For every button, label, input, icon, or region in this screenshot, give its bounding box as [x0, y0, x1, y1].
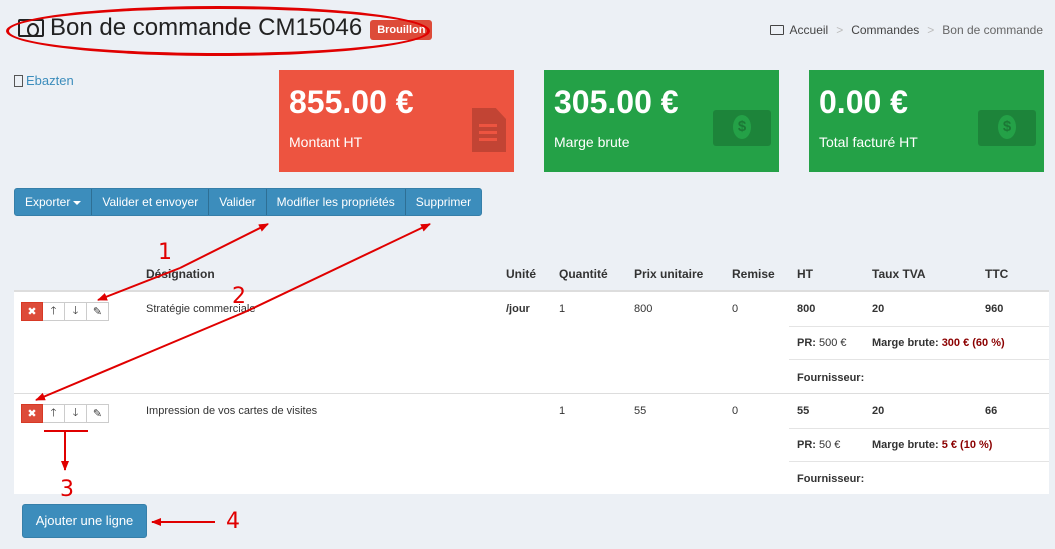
cell-ht: 55	[797, 405, 810, 417]
pr-value: 50 €	[819, 439, 841, 451]
money-icon	[978, 110, 1036, 146]
col-discount: Remise	[732, 267, 775, 281]
cell-unit-price: 800	[634, 303, 653, 315]
client-link[interactable]: Ebazten	[14, 73, 74, 88]
client-name[interactable]: Ebazten	[26, 73, 74, 88]
cell-ttc: 960	[985, 303, 1004, 315]
stat-value: 305.00 €	[554, 84, 679, 120]
cell-pr: PR: 500 €	[797, 337, 847, 349]
pr-label: PR:	[797, 337, 816, 349]
sub-row-divider	[789, 326, 1049, 327]
row-controls: ✖ 🡑 🡓 ✎	[21, 302, 109, 321]
export-button[interactable]: Exporter	[15, 189, 93, 215]
pr-label: PR:	[797, 439, 816, 451]
caret-down-icon	[73, 200, 82, 205]
margin-value: 300 € (60 %)	[941, 337, 1005, 349]
stat-label: Montant HT	[289, 134, 363, 150]
row-controls: ✖ 🡑 🡓 ✎	[21, 404, 109, 423]
breadcrumb-separator: >	[927, 23, 935, 37]
annotation-number: 1	[158, 240, 172, 265]
col-unit-price: Prix unitaire	[634, 267, 704, 281]
delete-button[interactable]: Supprimer	[406, 189, 481, 215]
pr-value: 500 €	[819, 337, 847, 349]
stat-value: 855.00 €	[289, 84, 414, 120]
cell-supplier: Fournisseur:	[797, 372, 865, 384]
stat-box-margin: 305.00 € Marge brute	[544, 70, 779, 172]
action-toolbar: Exporter Valider et envoyer Valider Modi…	[14, 188, 483, 216]
delete-row-icon[interactable]: ✖	[21, 302, 43, 321]
status-badge: Brouillon	[370, 20, 433, 40]
page-title: Bon de commande CM15046 Brouillon	[18, 14, 433, 42]
cell-quantity: 1	[559, 405, 566, 417]
stat-box-amount: 855.00 € Montant HT	[279, 70, 514, 172]
order-lines-table: Désignation Unité Quantité Prix unitaire…	[14, 256, 1049, 546]
row-divider	[14, 393, 1049, 394]
cell-discount: 0	[732, 303, 739, 315]
breadcrumb-current: Bon de commande	[942, 23, 1043, 37]
edit-properties-button[interactable]: Modifier les propriétés	[267, 189, 406, 215]
arrow-up-icon[interactable]: 🡑	[43, 404, 65, 423]
annotation-number: 4	[226, 509, 240, 534]
cell-margin: Marge brute: 300 € (60 %)	[872, 337, 1005, 349]
export-label: Exporter	[25, 195, 71, 209]
stat-box-invoiced: 0.00 € Total facturé HT	[809, 70, 1044, 172]
building-icon	[14, 74, 23, 87]
cell-quantity: 1	[559, 303, 566, 315]
breadcrumb: Accueil > Commandes > Bon de commande	[769, 23, 1043, 37]
cell-margin: Marge brute: 5 € (10 %)	[872, 439, 992, 451]
cell-supplier: Fournisseur:	[797, 473, 865, 485]
stat-label: Total facturé HT	[819, 134, 918, 150]
arrow-down-icon[interactable]: 🡓	[65, 302, 87, 321]
sub-row-divider	[789, 359, 1049, 360]
title-text: Bon de commande CM15046	[50, 14, 363, 41]
breadcrumb-separator: >	[836, 23, 844, 37]
margin-label: Marge brute:	[872, 337, 939, 349]
cell-unit: /jour	[506, 303, 530, 315]
margin-value: 5 € (10 %)	[941, 439, 993, 451]
col-quantity: Quantité	[559, 267, 608, 281]
annotation-number: 2	[232, 284, 246, 309]
arrow-down-icon[interactable]: 🡓	[65, 404, 87, 423]
col-ttc: TTC	[985, 267, 1009, 281]
stat-value: 0.00 €	[819, 84, 908, 120]
col-ht: HT	[797, 267, 813, 281]
cell-ht: 800	[797, 303, 816, 315]
cell-designation: Impression de vos cartes de visites	[146, 405, 318, 417]
breadcrumb-home[interactable]: Accueil	[790, 23, 829, 37]
col-unit: Unité	[506, 267, 536, 281]
cell-vat: 20	[872, 303, 885, 315]
add-line-button[interactable]: Ajouter une ligne	[22, 504, 147, 538]
delete-row-icon[interactable]: ✖	[21, 404, 43, 423]
cell-pr: PR: 50 €	[797, 439, 840, 451]
validate-button[interactable]: Valider	[209, 189, 267, 215]
col-vat: Taux TVA	[872, 267, 926, 281]
sub-row-divider	[789, 428, 1049, 429]
breadcrumb-orders[interactable]: Commandes	[851, 23, 919, 37]
col-designation: Désignation	[146, 267, 215, 281]
arrow-up-icon[interactable]: 🡑	[43, 302, 65, 321]
table-footer: Ajouter une ligne	[14, 494, 1049, 546]
money-bill-icon	[769, 25, 784, 35]
validate-send-button[interactable]: Valider et envoyer	[92, 189, 210, 215]
content-header: Bon de commande CM15046 Brouillon Accuei…	[0, 0, 1055, 60]
money-icon	[713, 110, 771, 146]
sub-row-divider	[789, 461, 1049, 462]
cell-ttc: 66	[985, 405, 998, 417]
cell-discount: 0	[732, 405, 739, 417]
stat-label: Marge brute	[554, 134, 630, 150]
margin-label: Marge brute:	[872, 439, 939, 451]
cell-vat: 20	[872, 405, 885, 417]
file-icon	[472, 108, 506, 152]
annotation-number: 3	[60, 477, 74, 502]
edit-icon[interactable]: ✎	[87, 302, 109, 321]
money-bill-icon	[18, 19, 44, 37]
cell-unit-price: 55	[634, 405, 647, 417]
edit-icon[interactable]: ✎	[87, 404, 109, 423]
